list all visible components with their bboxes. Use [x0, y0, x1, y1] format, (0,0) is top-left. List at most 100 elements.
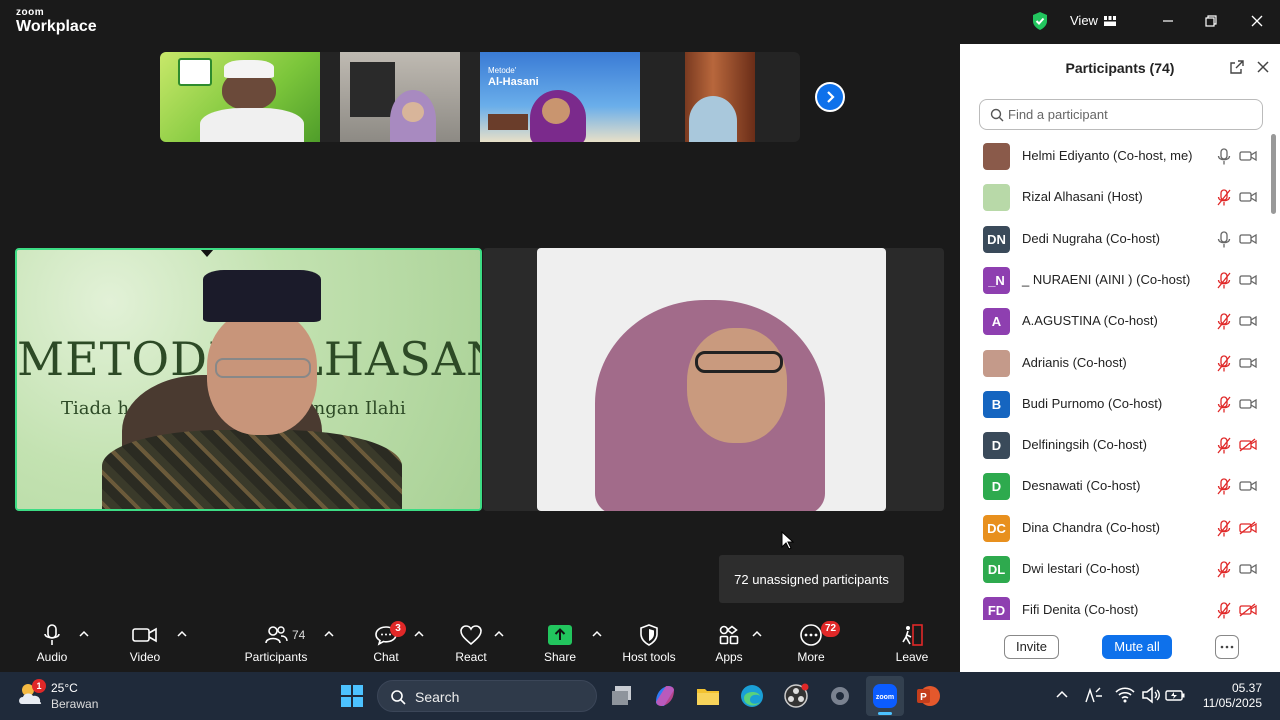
- participant-row[interactable]: DL Dwi lestari (Co-host): [960, 549, 1268, 590]
- react-button[interactable]: React: [450, 614, 492, 672]
- microphone-muted-icon[interactable]: [1217, 478, 1231, 496]
- microphone-muted-icon[interactable]: [1217, 520, 1231, 538]
- taskbar-search[interactable]: Search: [377, 680, 597, 712]
- microphone-muted-icon[interactable]: [1217, 561, 1231, 579]
- scrollbar-thumb[interactable]: [1271, 134, 1276, 214]
- video-camera-icon[interactable]: [1239, 232, 1257, 246]
- participant-row[interactable]: Rizal Alhasani (Host): [960, 177, 1268, 218]
- participant-row[interactable]: _N _ NURAENI (AINI ) (Co-host): [960, 260, 1268, 301]
- more-options-button[interactable]: [1215, 635, 1239, 659]
- thumbnail-video[interactable]: [340, 52, 460, 142]
- search-icon: [391, 690, 406, 705]
- video-off-icon[interactable]: [1239, 521, 1257, 535]
- chevron-up-icon[interactable]: [592, 630, 602, 638]
- weather-widget[interactable]: 1: [16, 679, 46, 713]
- microphone-muted-icon[interactable]: [1217, 602, 1231, 620]
- chevron-up-icon[interactable]: [752, 630, 762, 638]
- participant-row[interactable]: B Budi Purnomo (Co-host): [960, 384, 1268, 425]
- logo-badge: [178, 58, 212, 86]
- volume-icon[interactable]: [1140, 684, 1162, 706]
- chevron-up-icon[interactable]: [79, 630, 89, 638]
- task-view-icon[interactable]: [608, 682, 636, 710]
- shield-icon: [640, 624, 658, 646]
- close-window-icon[interactable]: [1247, 11, 1267, 31]
- microphone-muted-icon[interactable]: [1217, 272, 1231, 290]
- chevron-up-icon[interactable]: [324, 630, 334, 638]
- file-explorer-icon[interactable]: [694, 682, 722, 710]
- battery-charging-icon[interactable]: [1164, 684, 1186, 706]
- wifi-icon[interactable]: [1114, 684, 1136, 706]
- chevron-up-icon[interactable]: [177, 630, 187, 638]
- participant-row[interactable]: D Desnawati (Co-host): [960, 466, 1268, 507]
- powerpoint-icon[interactable]: P: [914, 682, 942, 710]
- mute-all-button[interactable]: Mute all: [1102, 635, 1172, 659]
- minimize-icon[interactable]: [1158, 11, 1178, 31]
- pop-out-icon[interactable]: [1229, 59, 1245, 75]
- edge-browser-icon[interactable]: [738, 682, 766, 710]
- microphone-icon[interactable]: [1217, 148, 1231, 166]
- microphone-muted-icon[interactable]: [1217, 313, 1231, 331]
- video-tile-active-speaker[interactable]: METODE ALHASANI Tiada henti mengharap na…: [15, 248, 482, 511]
- chevron-up-icon[interactable]: [494, 630, 504, 638]
- video-tile-participant[interactable]: [537, 248, 886, 511]
- participant-name: Desnawati (Co-host): [1022, 478, 1141, 494]
- participant-row[interactable]: Helmi Ediyanto (Co-host, me): [960, 136, 1268, 177]
- shield-check-icon[interactable]: [1031, 11, 1049, 31]
- react-label: React: [455, 650, 487, 664]
- microphone-muted-icon[interactable]: [1217, 437, 1231, 455]
- find-participant-input[interactable]: Find a participant: [979, 99, 1263, 130]
- copilot-icon[interactable]: [651, 682, 679, 710]
- system-clock[interactable]: 05.37 11/05/2025: [1203, 681, 1262, 711]
- video-off-icon[interactable]: [1239, 603, 1257, 617]
- video-camera-icon[interactable]: [1239, 356, 1257, 370]
- thumbnail-video[interactable]: [160, 52, 320, 142]
- share-screen-button[interactable]: Share: [539, 614, 581, 672]
- close-panel-icon[interactable]: [1256, 60, 1270, 74]
- video-camera-icon[interactable]: [1239, 149, 1257, 163]
- view-button[interactable]: View: [1070, 13, 1116, 28]
- next-page-button[interactable]: [815, 82, 845, 112]
- thumbnail-video[interactable]: Metode' Al-Hasani: [480, 52, 640, 142]
- avatar: _N: [983, 266, 1010, 294]
- host-tools-button[interactable]: Host tools: [617, 614, 681, 672]
- participant-name: Fifi Denita (Co-host): [1022, 602, 1139, 618]
- obs-recorder-icon[interactable]: [782, 682, 810, 710]
- windows-start-icon[interactable]: [338, 682, 366, 710]
- pen-input-icon[interactable]: [1082, 684, 1104, 706]
- thumb-slide-title: Al-Hasani: [488, 76, 539, 88]
- microphone-muted-icon[interactable]: [1217, 354, 1231, 373]
- video-camera-icon[interactable]: [1239, 190, 1257, 204]
- restore-icon[interactable]: [1201, 11, 1221, 31]
- thumbnail-video[interactable]: [685, 52, 755, 142]
- chat-label: Chat: [373, 650, 399, 664]
- leave-button[interactable]: Leave: [892, 614, 932, 672]
- microphone-muted-icon[interactable]: [1217, 189, 1231, 207]
- video-camera-icon[interactable]: [1239, 314, 1257, 328]
- zoom-meeting-window: zoom Workplace View Metode' Al-Hasani ME…: [0, 0, 1280, 672]
- chevron-up-icon[interactable]: [414, 630, 424, 638]
- chevron-up-icon[interactable]: [1052, 684, 1072, 704]
- video-camera-icon[interactable]: [1239, 562, 1257, 576]
- audio-button[interactable]: Audio: [30, 614, 74, 672]
- invite-button[interactable]: Invite: [1004, 635, 1059, 659]
- participant-row[interactable]: DN Dedi Nugraha (Co-host): [960, 219, 1268, 260]
- apps-button[interactable]: Apps: [708, 614, 750, 672]
- video-camera-icon[interactable]: [1239, 397, 1257, 411]
- video-off-icon[interactable]: [1239, 438, 1257, 452]
- participants-icon: [265, 626, 288, 644]
- participant-row[interactable]: DC Dina Chandra (Co-host): [960, 508, 1268, 549]
- participant-row[interactable]: D Delfiningsih (Co-host): [960, 425, 1268, 466]
- more-icon: [800, 624, 822, 646]
- video-button[interactable]: Video: [122, 614, 168, 672]
- settings-gear-icon[interactable]: [826, 682, 854, 710]
- video-camera-icon[interactable]: [1239, 479, 1257, 493]
- video-camera-icon[interactable]: [1239, 273, 1257, 287]
- microphone-icon[interactable]: [1217, 230, 1231, 249]
- video-label: Video: [129, 650, 161, 664]
- zoom-taskbar-active[interactable]: zoom: [866, 676, 904, 716]
- participant-row[interactable]: FD Fifi Denita (Co-host): [960, 590, 1268, 620]
- participants-button[interactable]: Participants: [240, 614, 312, 672]
- participant-row[interactable]: Adrianis (Co-host): [960, 343, 1268, 384]
- participant-row[interactable]: A A.AGUSTINA (Co-host): [960, 301, 1268, 342]
- microphone-muted-icon[interactable]: [1217, 396, 1231, 414]
